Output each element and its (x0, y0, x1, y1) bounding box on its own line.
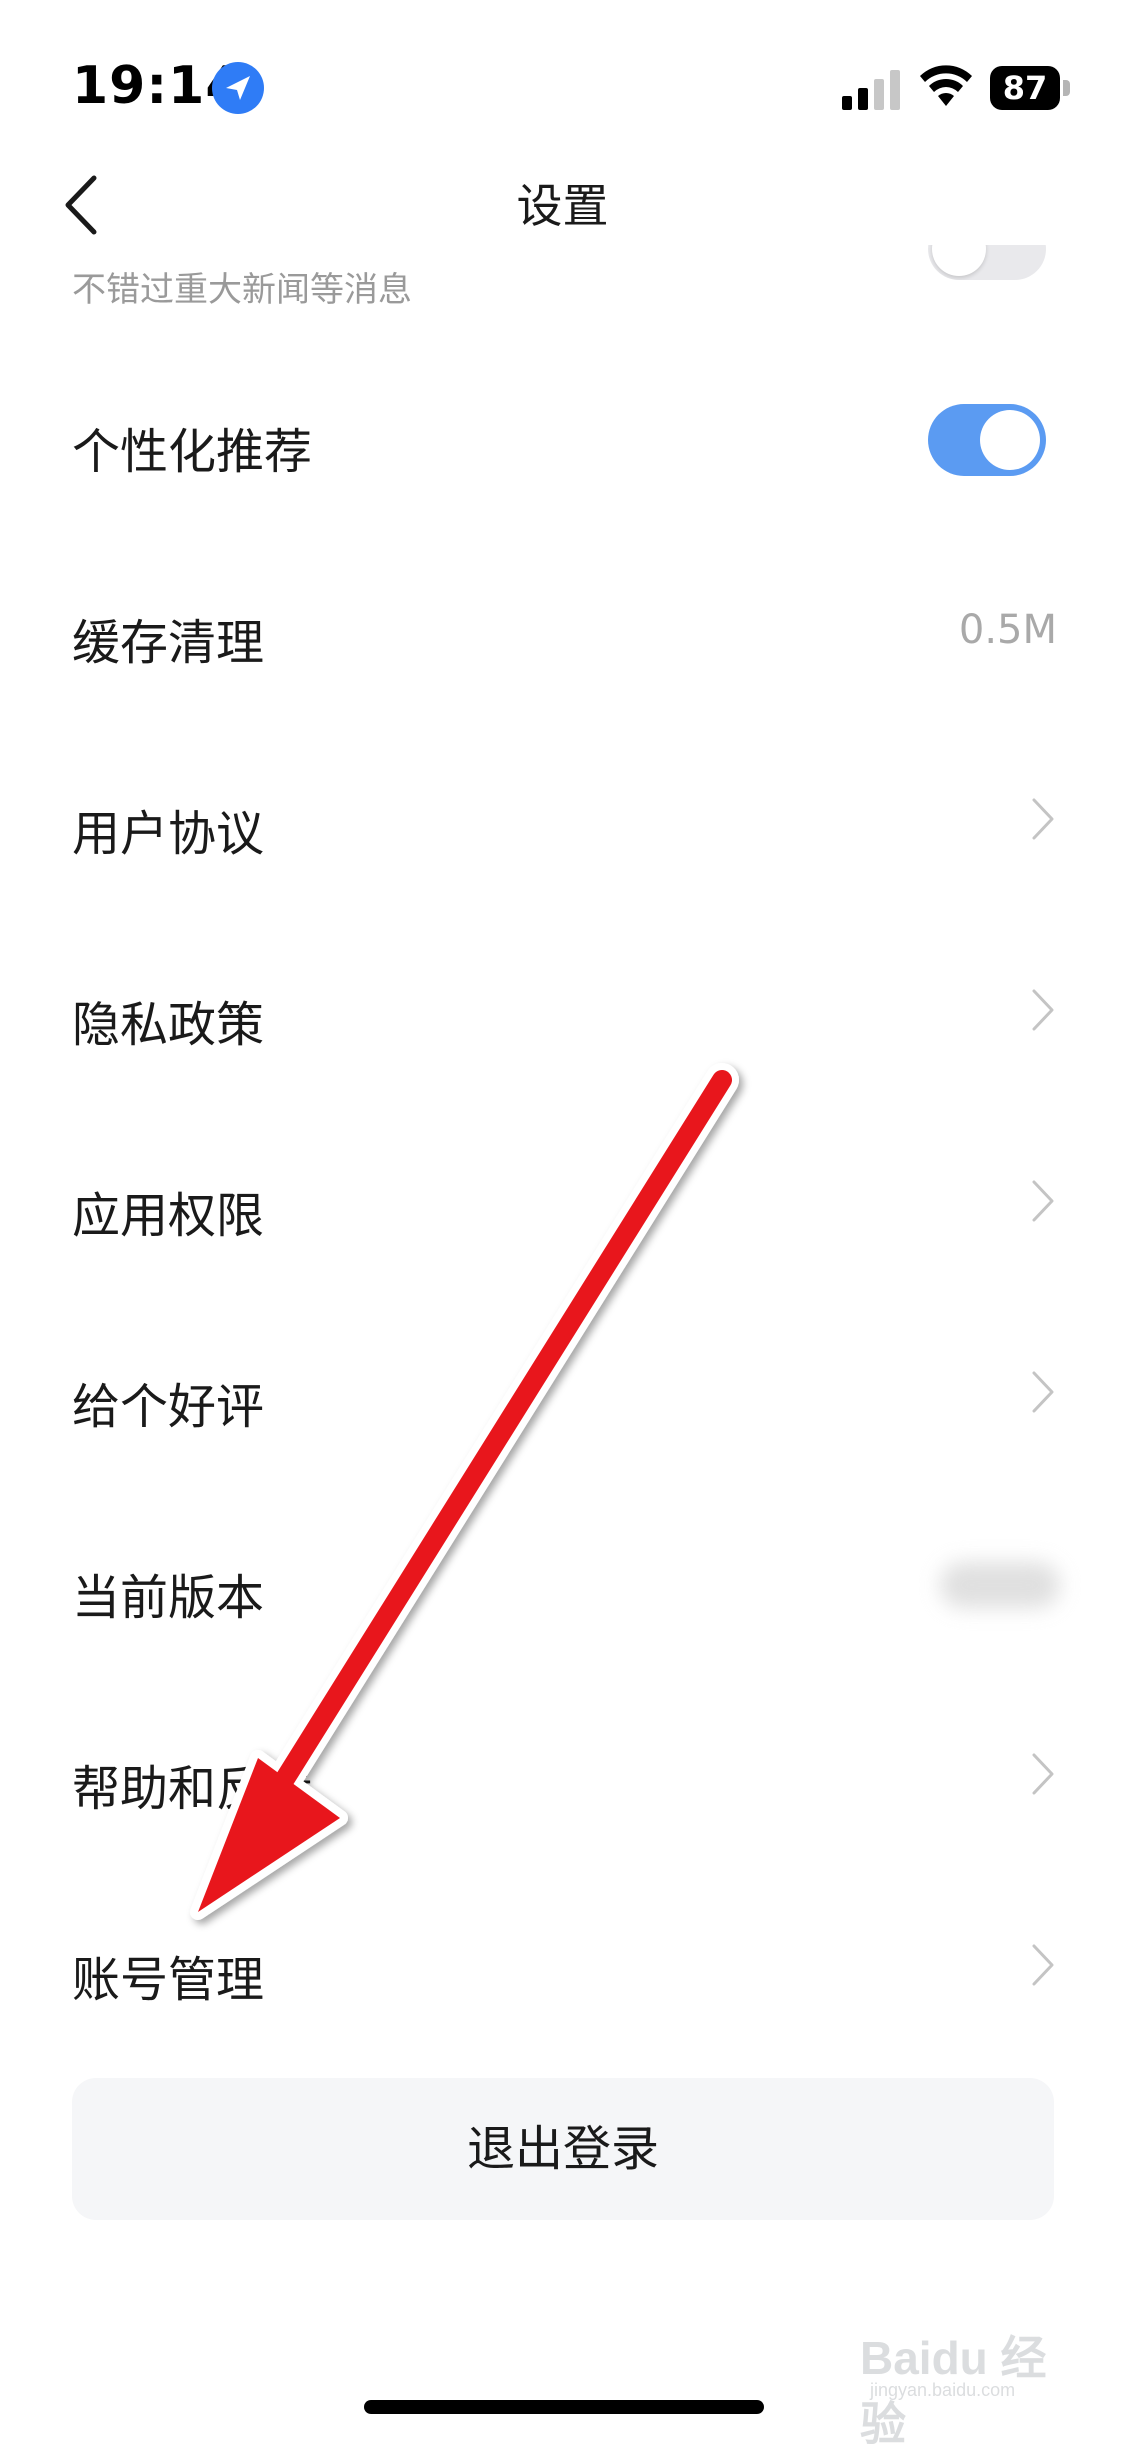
wifi-icon (920, 65, 972, 106)
row-label: 应用权限 (72, 1188, 265, 1244)
row-label: 给个好评 (72, 1379, 265, 1435)
row-user-agreement[interactable]: 用户协议 (0, 758, 1125, 878)
personalized-recommendation-toggle[interactable] (928, 404, 1046, 476)
battery-indicator: 87 (990, 66, 1070, 110)
baidu-jingyan-watermark: Baidu 经验 jingyan.baidu.com (860, 2300, 1080, 2450)
cache-size-value: 0.5M (958, 607, 1057, 653)
chevron-right-icon (1032, 798, 1054, 840)
watermark-site: jingyan.baidu.com (870, 2380, 1016, 2400)
push-notification-subtitle: 不错过重大新闻等消息 (72, 270, 412, 310)
home-indicator[interactable] (364, 2400, 764, 2414)
toggle-knob (980, 410, 1040, 470)
row-rate-app[interactable]: 给个好评 (0, 1331, 1125, 1451)
chevron-right-icon (1032, 1753, 1054, 1795)
row-label: 个性化推荐 (72, 424, 313, 480)
logout-button[interactable]: 退出登录 (72, 2078, 1054, 2220)
version-value-blurred (940, 1562, 1060, 1608)
chevron-right-icon (1032, 989, 1054, 1031)
row-label: 账号管理 (72, 1952, 265, 2008)
row-personalized-recommendation: 个性化推荐 (0, 376, 1125, 496)
location-arrow-icon (212, 62, 264, 114)
chevron-right-icon (1032, 1944, 1054, 1986)
cellular-signal-icon (842, 70, 900, 110)
row-cache-clear[interactable]: 缓存清理 0.5M (0, 567, 1125, 687)
nav-header: 设置 (0, 150, 1125, 260)
row-privacy-policy[interactable]: 隐私政策 (0, 949, 1125, 1069)
row-account-management[interactable]: 账号管理 (0, 1904, 1125, 2024)
row-current-version: 当前版本 (0, 1522, 1125, 1642)
chevron-right-icon (1032, 1180, 1054, 1222)
page-title: 设置 (516, 179, 609, 233)
row-label: 帮助和反馈 (72, 1761, 313, 1817)
battery-level: 87 (990, 66, 1060, 110)
row-label: 隐私政策 (72, 997, 265, 1053)
row-app-permissions[interactable]: 应用权限 (0, 1140, 1125, 1260)
row-help-feedback[interactable]: 帮助和反馈 (0, 1713, 1125, 1833)
row-label: 当前版本 (72, 1570, 265, 1626)
battery-cap (1063, 80, 1070, 96)
row-label: 缓存清理 (72, 615, 265, 671)
row-label: 用户协议 (72, 806, 265, 862)
chevron-right-icon (1032, 1371, 1054, 1413)
